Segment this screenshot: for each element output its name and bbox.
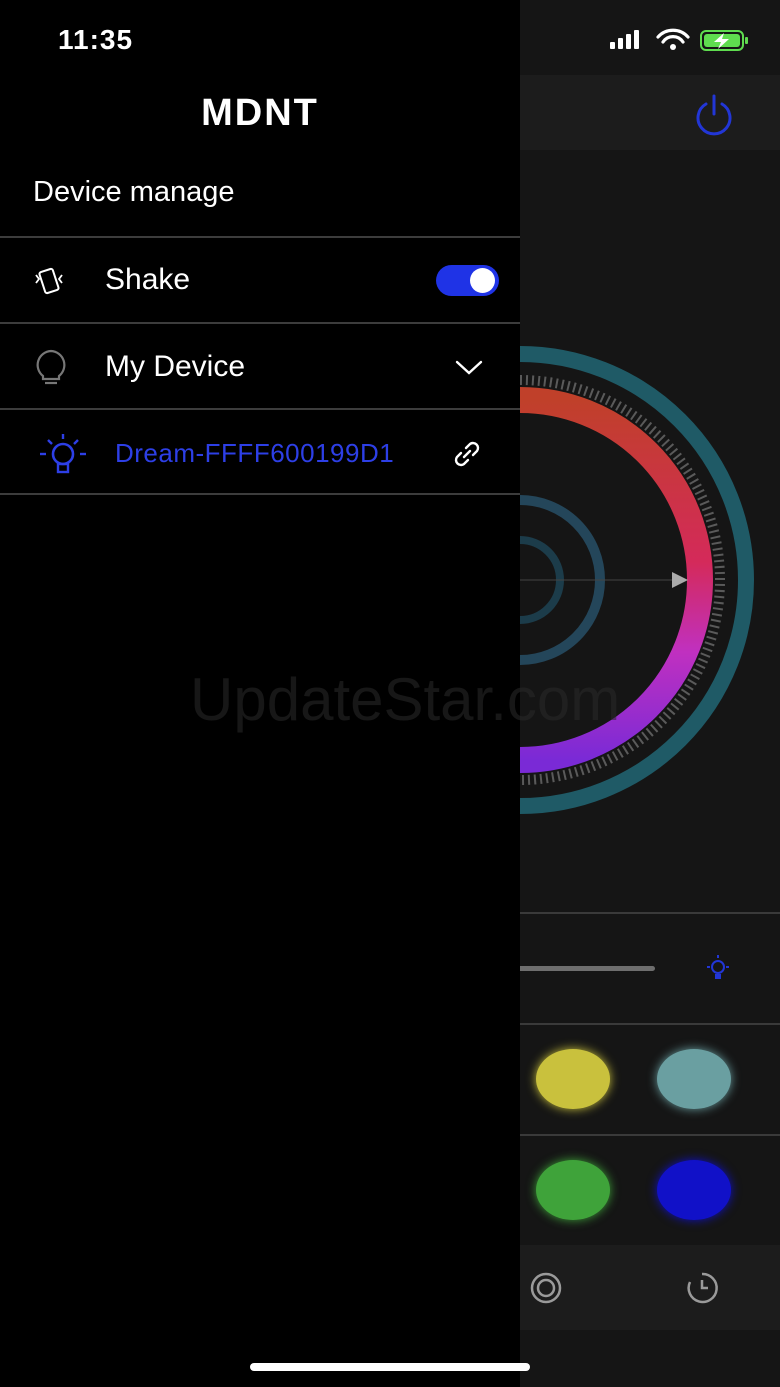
watermark: UpdateStar.com	[190, 666, 621, 733]
status-icons	[610, 28, 752, 57]
link-icon[interactable]	[450, 437, 484, 476]
color-swatch[interactable]	[657, 1160, 731, 1220]
divider	[0, 322, 520, 324]
ring-icon[interactable]	[528, 1270, 564, 1311]
color-swatch[interactable]	[536, 1160, 610, 1220]
battery-charging-icon	[700, 30, 748, 51]
chevron-down-icon[interactable]	[455, 358, 483, 381]
bulb-outline-icon	[34, 349, 68, 392]
home-indicator[interactable]	[250, 1363, 530, 1371]
brightness-slider[interactable]	[500, 966, 655, 971]
divider	[0, 493, 520, 495]
section-title: Device manage	[33, 176, 235, 208]
shake-toggle[interactable]	[436, 265, 499, 296]
shake-phone-icon	[33, 265, 65, 302]
bulb-glow-icon	[704, 953, 732, 988]
power-icon[interactable]	[690, 92, 738, 145]
my-device-label: My Device	[105, 350, 246, 383]
color-swatch[interactable]	[536, 1049, 610, 1109]
shake-label: Shake	[105, 263, 191, 296]
status-time: 11:35	[58, 24, 134, 55]
divider	[0, 236, 520, 238]
toggle-knob	[470, 268, 495, 293]
app-logo: MDNT	[201, 92, 319, 134]
cellular-signal-icon	[610, 30, 639, 49]
color-swatch[interactable]	[657, 1049, 731, 1109]
timer-icon[interactable]	[684, 1270, 720, 1311]
bulb-glow-icon	[38, 432, 88, 481]
device-name: Dream-FFFF600199D1	[115, 438, 395, 468]
divider	[0, 408, 520, 410]
wifi-icon	[656, 28, 690, 50]
